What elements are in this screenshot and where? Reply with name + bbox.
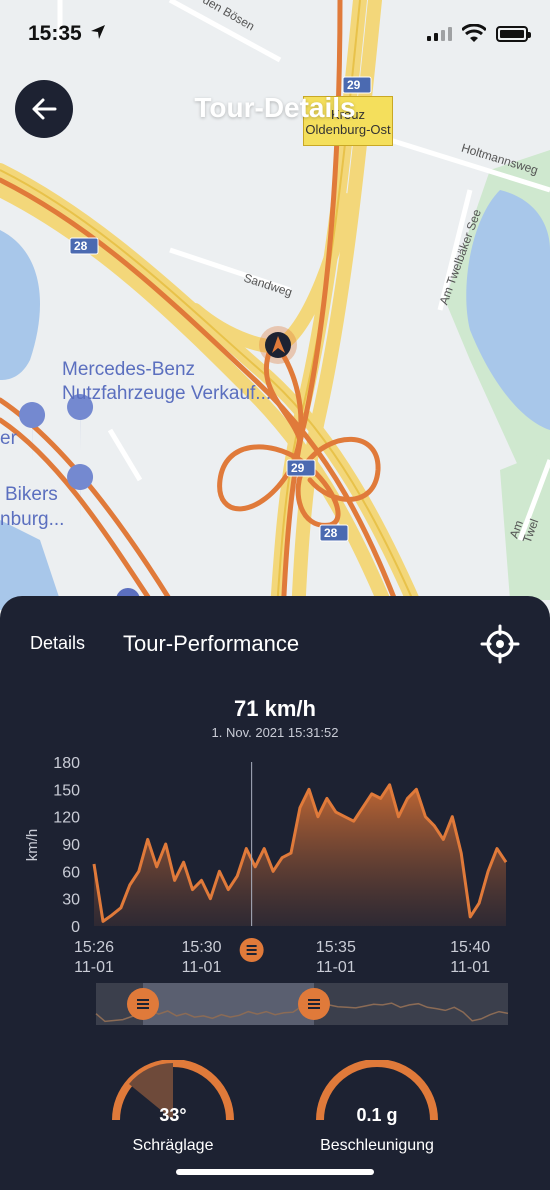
chart-x-tick-date: 11-01 bbox=[450, 959, 490, 976]
poi-bikers-line2[interactable]: nburg... bbox=[0, 508, 64, 532]
motorway-shield-a29-mid: 29 bbox=[291, 461, 305, 475]
lean-angle-label: Schräglage bbox=[132, 1137, 214, 1154]
chart-x-tick-date: 11-01 bbox=[74, 959, 114, 976]
chart-y-axis-label: km/h bbox=[24, 829, 41, 862]
lean-angle-value: 33° bbox=[159, 1105, 187, 1125]
speed-readout: 71 km/h bbox=[234, 696, 316, 721]
chart-y-tick-label: 90 bbox=[62, 837, 80, 854]
poi-partial-left[interactable]: er bbox=[0, 427, 17, 451]
range-handle-left[interactable] bbox=[127, 988, 159, 1020]
acceleration-value: 0.1 g bbox=[356, 1105, 398, 1125]
chart-x-tick-time: 15:40 bbox=[450, 939, 490, 956]
range-overview[interactable] bbox=[0, 978, 550, 1028]
motorway-shield-a29-top: 29 bbox=[347, 78, 361, 92]
status-time: 15:35 bbox=[28, 22, 82, 45]
motorway-shield-a28-left: 28 bbox=[74, 239, 88, 253]
crosshair-icon[interactable] bbox=[480, 624, 520, 664]
signal-icon bbox=[427, 27, 452, 41]
home-indicator bbox=[176, 1169, 374, 1175]
poi-bikers-line1[interactable]: Bikers bbox=[5, 483, 58, 507]
interchange-label-line2: Oldenburg-Ost bbox=[305, 122, 391, 137]
chart-x-tick-time: 15:26 bbox=[74, 939, 114, 956]
poi-mercedes-line1[interactable]: Mercedes-Benz bbox=[62, 358, 195, 382]
page-title: Tour-Details bbox=[194, 92, 356, 123]
chart-y-tick-label: 120 bbox=[53, 810, 80, 827]
chart-x-tick-time: 15:35 bbox=[316, 939, 356, 956]
battery-icon bbox=[496, 26, 531, 42]
chart-y-tick-label: 150 bbox=[53, 782, 80, 799]
motorway-shield-a28-mid: 28 bbox=[324, 526, 338, 540]
poi-mercedes-line2[interactable]: Nutzfahrzeuge Verkauf... bbox=[62, 382, 271, 406]
chart-y-tick-label: 30 bbox=[62, 892, 80, 909]
status-bar: 15:35 bbox=[0, 0, 550, 70]
acceleration-label: Beschleunigung bbox=[320, 1137, 434, 1154]
chart-cursor-handle[interactable] bbox=[239, 938, 264, 962]
location-arrow-icon bbox=[91, 25, 105, 39]
tab-details[interactable]: Details bbox=[30, 633, 85, 654]
chart-x-tick-time: 15:30 bbox=[181, 939, 221, 956]
chart-y-tick-label: 0 bbox=[71, 919, 80, 936]
overview-selection[interactable] bbox=[143, 983, 314, 1025]
tab-tour-performance[interactable]: Tour-Performance bbox=[123, 631, 299, 657]
chart-y-tick-label: 180 bbox=[53, 755, 80, 772]
gauges bbox=[112, 1060, 438, 1121]
chart-y-tick-label: 60 bbox=[62, 864, 80, 881]
timestamp-readout: 1. Nov. 2021 15:31:52 bbox=[211, 725, 339, 740]
range-handle-right[interactable] bbox=[298, 988, 330, 1020]
chart-x-tick-date: 11-01 bbox=[182, 959, 222, 976]
wifi-icon bbox=[462, 24, 486, 42]
chart-x-tick-date: 11-01 bbox=[316, 959, 356, 976]
